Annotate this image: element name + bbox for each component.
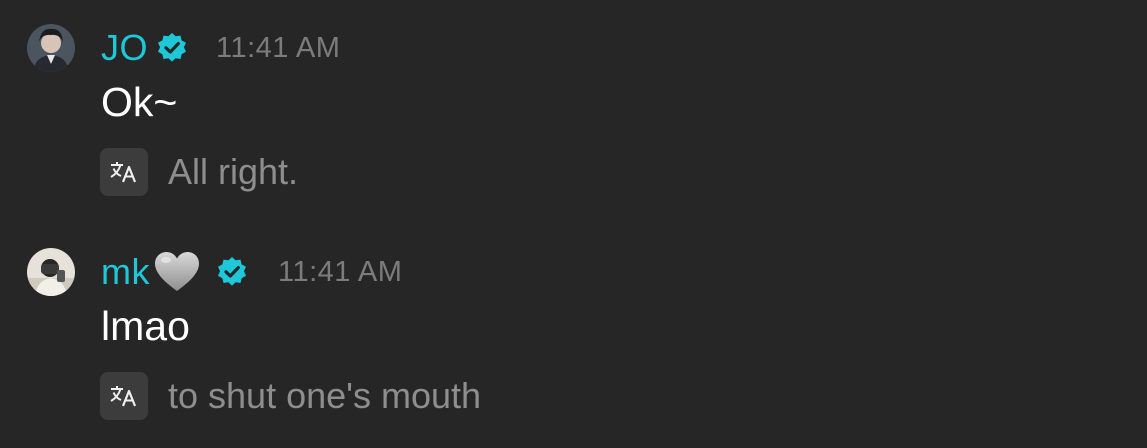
username[interactable]: JO <box>101 26 148 70</box>
chat-message: mk 11:41 AM lmao to shut one's mouth <box>0 224 1147 448</box>
translation-text: All right. <box>168 151 299 192</box>
avatar[interactable] <box>27 24 75 72</box>
avatar-photo <box>27 24 75 72</box>
verified-badge-icon <box>156 32 188 64</box>
avatar-photo <box>27 248 75 296</box>
timestamp: 11:41 AM <box>216 32 341 64</box>
translate-icon[interactable] <box>100 148 148 196</box>
message-text: lmao <box>101 303 190 349</box>
translation-text: to shut one's mouth <box>168 375 482 416</box>
translation-row: to shut one's mouth <box>100 372 481 420</box>
avatar[interactable] <box>27 248 75 296</box>
message-header: mk 11:41 AM <box>101 250 402 294</box>
grey-heart-icon <box>152 250 202 294</box>
message-header: JO 11:41 AM <box>101 26 340 70</box>
username[interactable]: mk <box>101 250 150 294</box>
verified-badge-icon <box>216 256 248 288</box>
message-text: Ok~ <box>101 79 178 125</box>
chat-message: JO 11:41 AM Ok~ All right. <box>0 0 1147 224</box>
translation-row: All right. <box>100 148 298 196</box>
translate-icon[interactable] <box>100 372 148 420</box>
timestamp: 11:41 AM <box>278 256 403 288</box>
